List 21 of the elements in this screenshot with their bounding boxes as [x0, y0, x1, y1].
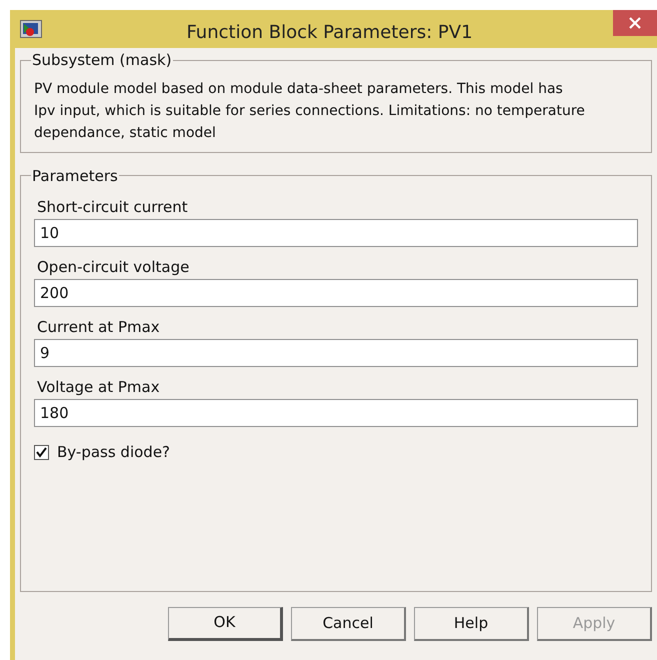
group-title: Parameters: [31, 166, 119, 186]
dialog-button[interactable]: Help: [414, 606, 529, 640]
description-text: PV module model based on module data-sheet parameters. This model has Ipv input, which is suitable for series connections. Limitations: no temperature dependance, static model: [34, 80, 586, 142]
group-title: Subsystem (mask): [31, 50, 173, 71]
window-title: Function Block Parameters: PV1: [185, 21, 474, 45]
checkbox[interactable]: [34, 444, 49, 460]
field-label: Current at Pmax: [37, 317, 161, 337]
checkbox-label: By-pass diode?: [57, 442, 170, 463]
app-icon[interactable]: [20, 20, 42, 38]
field-label: Voltage at Pmax: [37, 377, 161, 397]
input-field[interactable]: 9: [34, 339, 638, 367]
close-button[interactable]: [613, 10, 657, 36]
checkmark-icon: [36, 446, 47, 458]
input-field[interactable]: 180: [34, 399, 638, 427]
field-label: Short-circuit current: [37, 197, 189, 217]
dialog-button[interactable]: OK: [168, 606, 283, 640]
input-field[interactable]: 200: [34, 279, 638, 307]
field-label: Open-circuit voltage: [37, 257, 190, 277]
input-field[interactable]: 10: [34, 219, 638, 247]
dialog-button[interactable]: Cancel: [291, 606, 406, 640]
close-icon: [629, 17, 641, 29]
